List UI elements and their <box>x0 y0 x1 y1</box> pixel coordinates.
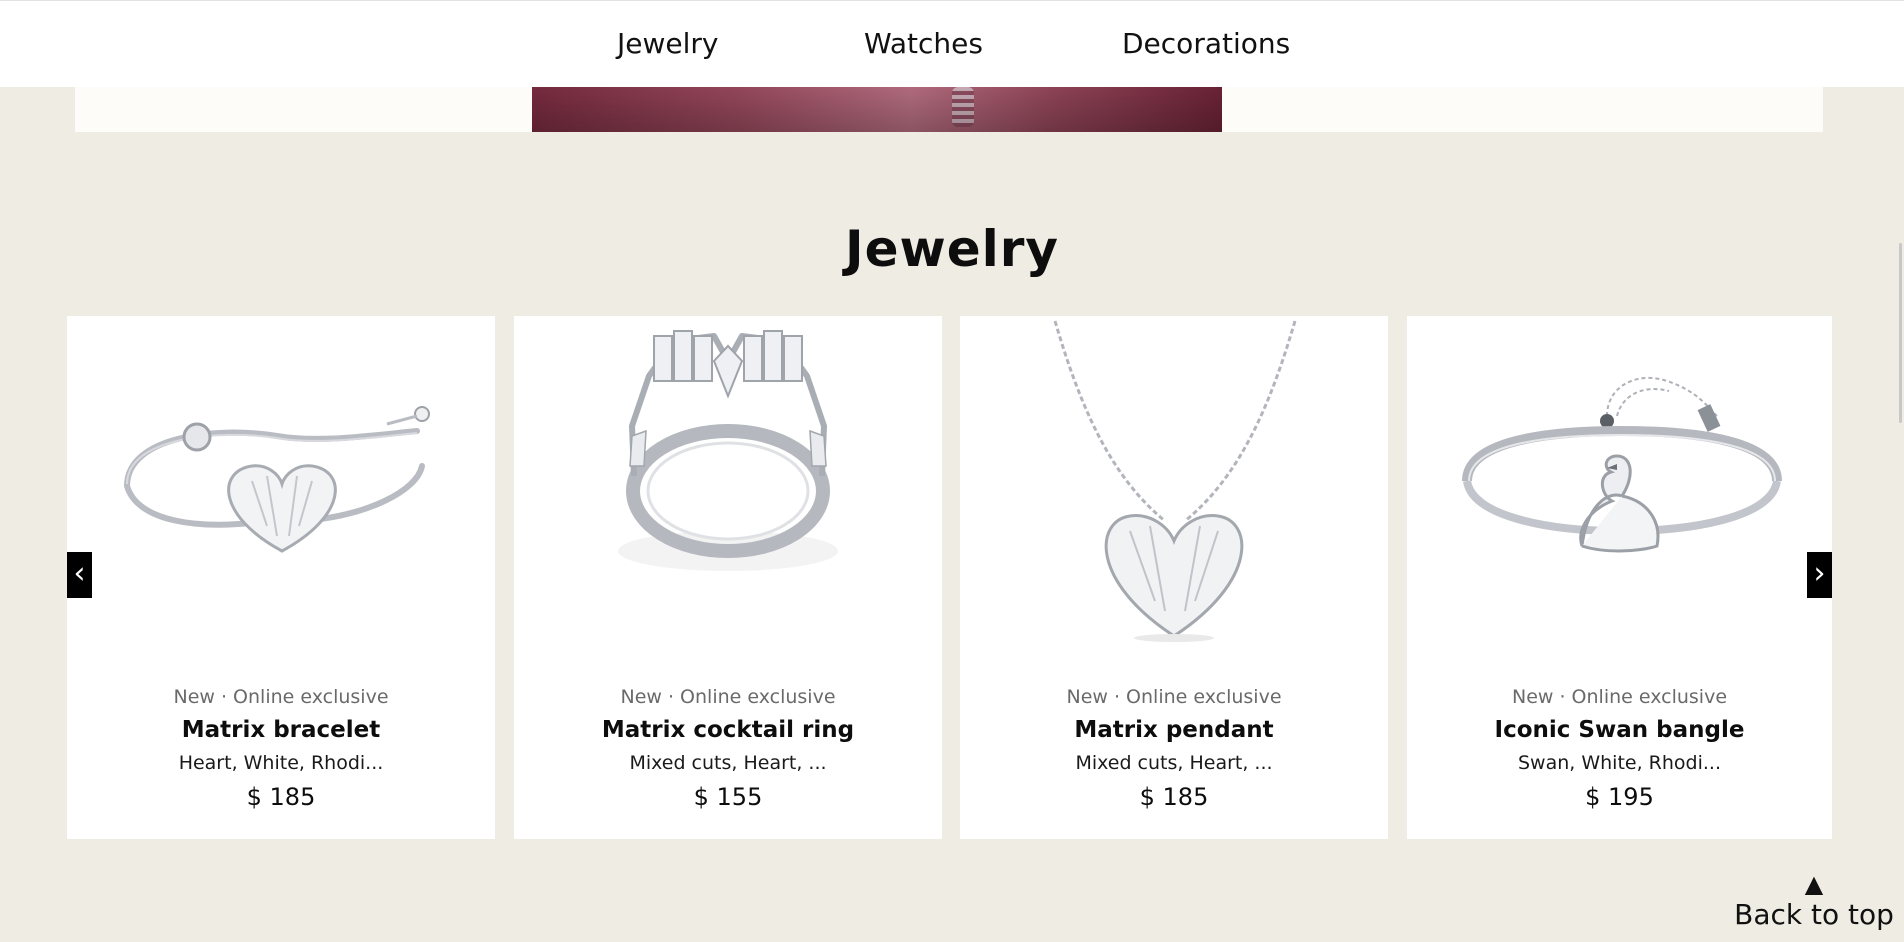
product-name[interactable]: Iconic Swan bangle <box>1407 717 1832 743</box>
product-name[interactable]: Matrix pendant <box>960 717 1388 743</box>
nav-item-watches[interactable]: Watches <box>864 27 983 60</box>
product-price: $ 185 <box>1139 783 1209 811</box>
product-description: Mixed cuts, Heart, ... <box>629 752 827 774</box>
scrollbar-thumb[interactable] <box>1899 243 1902 423</box>
product-tags: New · Online exclusive <box>1066 686 1282 708</box>
product-tags: New · Online exclusive <box>173 686 389 708</box>
product-tags: New · Online exclusive <box>1511 686 1728 708</box>
product-price: $ 155 <box>693 783 763 811</box>
product-description: Heart, White, Rhodi... <box>178 752 384 774</box>
product-card[interactable]: New · Online exclusive Matrix pendant Mi… <box>960 316 1388 839</box>
carousel-prev-button[interactable]: ‹ <box>67 552 92 598</box>
product-description: Mixed cuts, Heart, ... <box>1075 752 1273 774</box>
cocktail-ring-icon <box>618 330 838 571</box>
product-card[interactable]: New · Online exclusive Iconic Swan bangl… <box>1407 316 1832 839</box>
heart-bracelet-icon <box>124 406 430 553</box>
back-to-top-link[interactable]: ▲ Back to top <box>1734 870 1894 931</box>
product-tags: New · Online exclusive <box>620 686 836 708</box>
nav-item-jewelry[interactable]: Jewelry <box>617 27 718 60</box>
back-to-top-label: Back to top <box>1734 898 1894 931</box>
nav-item-decorations[interactable]: Decorations <box>1122 27 1290 60</box>
up-arrow-icon: ▲ <box>1804 870 1824 898</box>
top-navigation: Jewelry Watches Decorations <box>0 0 1904 87</box>
section-title: Jewelry <box>844 220 1059 278</box>
heart-pendant-icon <box>1053 320 1297 642</box>
carousel-next-button[interactable]: › <box>1807 552 1832 598</box>
product-description: Swan, White, Rhodi... <box>1517 752 1722 774</box>
product-name[interactable]: Matrix bracelet <box>67 717 495 743</box>
swan-bangle-icon <box>1462 376 1782 553</box>
product-card[interactable]: New · Online exclusive Matrix cocktail r… <box>514 316 942 839</box>
product-name[interactable]: Matrix cocktail ring <box>514 717 942 743</box>
product-price: $ 185 <box>246 783 316 811</box>
product-card[interactable]: New · Online exclusive Matrix bracelet H… <box>67 316 495 839</box>
hero-image <box>532 87 1222 132</box>
hero-banner <box>75 87 1823 132</box>
product-price: $ 195 <box>1585 783 1654 811</box>
